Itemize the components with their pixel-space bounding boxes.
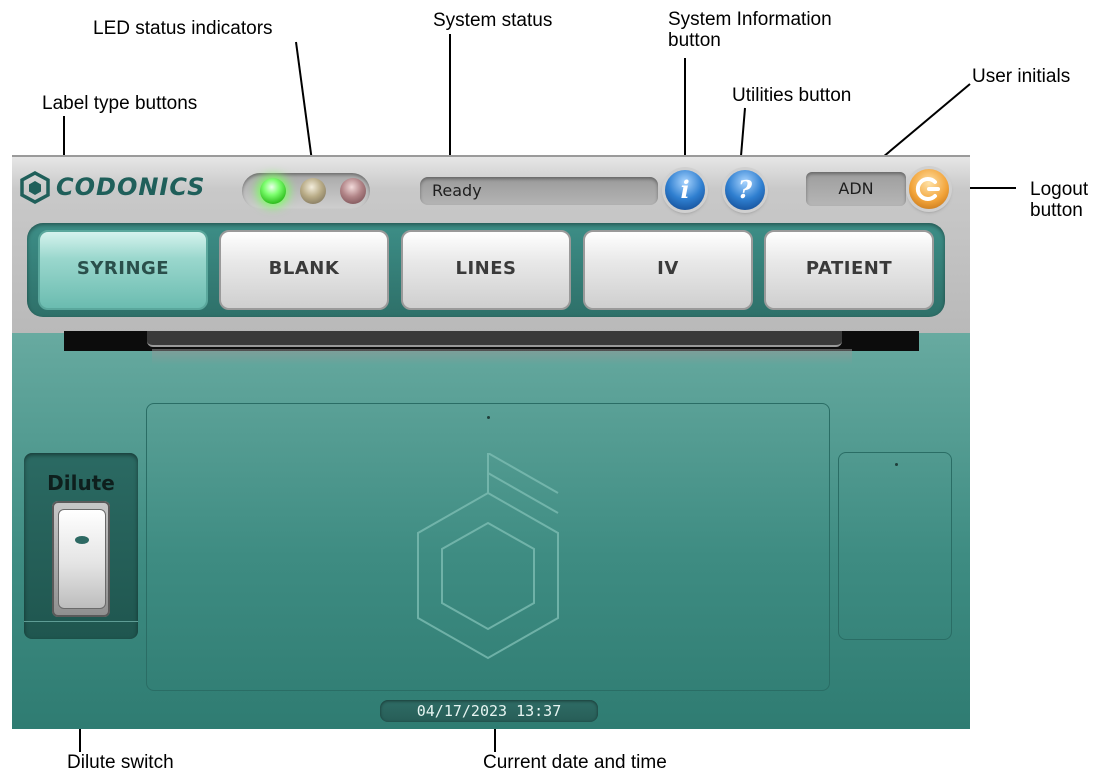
- callout-system-status: System status: [433, 10, 553, 31]
- tab-lines[interactable]: LINES: [401, 230, 571, 310]
- callout-utilities: Utilities button: [732, 85, 852, 106]
- callout-logout-1: Logout: [1030, 179, 1089, 200]
- top-bar: CODONICS Ready i ? ADN SYRINGE BLANK LIN…: [12, 155, 970, 333]
- dilute-switch[interactable]: [52, 501, 110, 617]
- dilute-indicator: [75, 536, 89, 544]
- callout-user-initials: User initials: [972, 66, 1071, 87]
- logo-text: CODONICS: [56, 173, 206, 201]
- callout-logout-2: button: [1030, 200, 1083, 221]
- callout-led-status: LED status indicators: [93, 18, 273, 39]
- utilities-button[interactable]: ?: [725, 170, 765, 210]
- help-icon: ?: [737, 175, 753, 204]
- system-info-button[interactable]: i: [665, 170, 705, 210]
- preview-dot: [487, 416, 490, 419]
- callout-system-info-1: System Information: [668, 9, 832, 30]
- callout-system-info-2: button: [668, 30, 721, 51]
- system-status: Ready: [420, 177, 658, 205]
- side-preview-dot: [895, 463, 898, 466]
- tab-syringe[interactable]: SYRINGE: [38, 230, 208, 310]
- slot-shadow: [152, 349, 852, 365]
- user-initials: ADN: [806, 172, 906, 206]
- tab-blank[interactable]: BLANK: [219, 230, 389, 310]
- dilute-label: Dilute: [47, 471, 115, 495]
- led-red-indicator: [340, 178, 366, 204]
- callout-datetime: Current date and time: [483, 752, 667, 773]
- codonics-watermark-icon: [417, 453, 559, 660]
- dilute-panel: Dilute: [24, 453, 138, 639]
- logout-button[interactable]: [909, 169, 949, 209]
- callout-label-type: Label type buttons: [42, 93, 198, 114]
- info-icon: i: [680, 175, 690, 204]
- current-datetime: 04/17/2023 13:37: [380, 700, 598, 722]
- dilute-rocker[interactable]: [58, 509, 106, 609]
- hexagon-logo-icon: [20, 171, 50, 204]
- led-amber-indicator: [300, 178, 326, 204]
- callout-dilute-switch: Dilute switch: [67, 752, 174, 773]
- dilute-panel-base: [24, 621, 138, 640]
- side-preview-area: [838, 452, 952, 640]
- label-output-slot-inner: [147, 331, 842, 347]
- tab-iv[interactable]: IV: [583, 230, 753, 310]
- label-type-tabs: SYRINGE BLANK LINES IV PATIENT: [27, 223, 945, 317]
- tab-patient[interactable]: PATIENT: [764, 230, 934, 310]
- device-screen: CODONICS Ready i ? ADN SYRINGE BLANK LIN…: [12, 155, 970, 729]
- codonics-logo: CODONICS: [20, 169, 205, 205]
- led-status-indicators: [242, 173, 370, 209]
- power-icon: [915, 177, 940, 201]
- led-green-indicator: [260, 178, 286, 204]
